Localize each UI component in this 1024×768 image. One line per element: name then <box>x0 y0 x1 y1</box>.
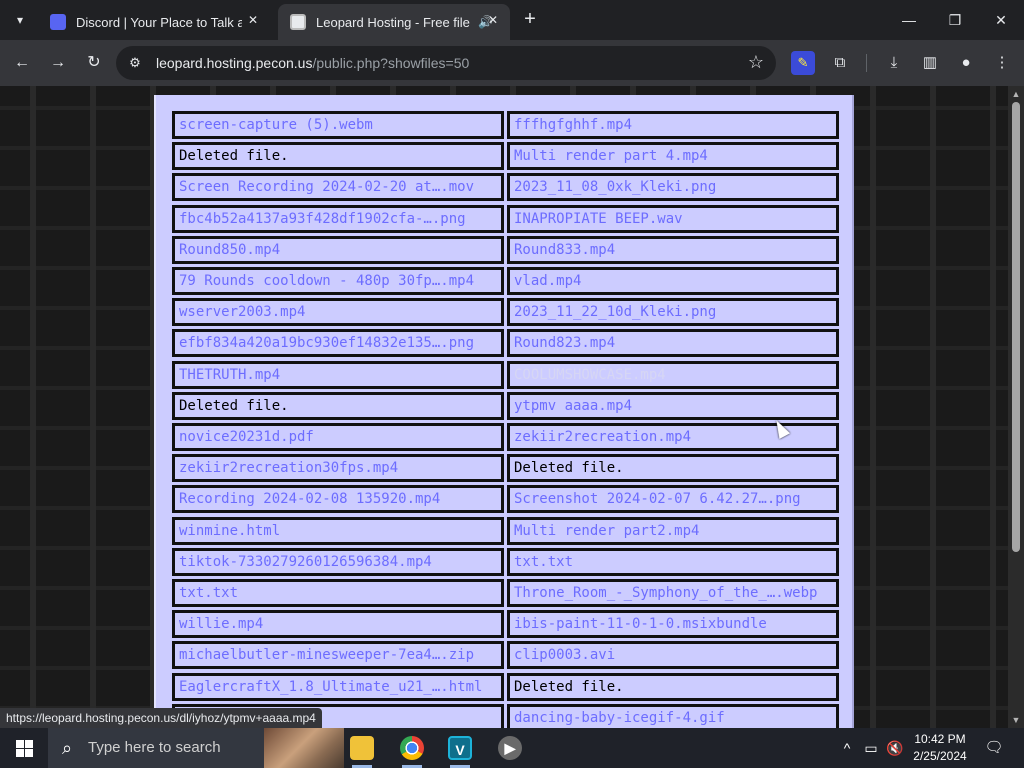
file-link[interactable]: zekiir2recreation.mp4 <box>507 423 839 451</box>
search-highlight-image[interactable] <box>264 728 344 768</box>
file-explorer-button[interactable] <box>338 728 386 768</box>
media-player-button[interactable]: ▶ <box>486 728 534 768</box>
start-button[interactable] <box>0 728 48 768</box>
file-link[interactable]: ibis-paint-11-0-1-0.msixbundle <box>507 610 839 639</box>
file-link[interactable]: Round850.mp4 <box>172 235 504 264</box>
deleted-file-cell: Deleted file. <box>507 454 839 483</box>
new-tab-button[interactable]: + <box>518 8 542 32</box>
deleted-file-cell: Deleted file. <box>172 391 504 420</box>
scrollbar-thumb[interactable] <box>1012 102 1020 552</box>
minimize-button[interactable]: — <box>886 0 932 40</box>
file-link[interactable]: michaelbutler-minesweeper-7ea4….zip <box>172 641 504 670</box>
tab-strip: ▾ Discord | Your Place to Talk and Hang … <box>0 0 1024 40</box>
file-link[interactable]: screen-capture (5).webm <box>172 111 504 139</box>
notification-center-icon[interactable]: 🗨 <box>982 736 1006 760</box>
file-link[interactable]: winmine.html <box>172 516 504 545</box>
file-link[interactable]: tiktok-7330279260126596384.mp4 <box>172 547 504 576</box>
windows-logo-icon <box>16 740 24 748</box>
file-link[interactable]: 79 Rounds cooldown - 480p 30fp….mp4 <box>172 267 504 295</box>
pen-extension-icon[interactable]: ✎ <box>791 51 815 75</box>
chrome-icon <box>400 736 424 760</box>
scroll-up-arrow-icon[interactable]: ▲ <box>1008 86 1024 102</box>
browser-toolbar: ← → ↻ ⚙ leopard.hosting.pecon.us/public.… <box>0 40 1024 86</box>
page-scrollbar[interactable]: ▲ ▼ <box>1008 86 1024 728</box>
tab-discord[interactable]: Discord | Your Place to Talk and Hang Ou… <box>38 4 270 40</box>
file-link[interactable]: Round823.mp4 <box>507 329 839 358</box>
download-icon[interactable]: ⤓ <box>882 51 906 75</box>
clock-time: 10:42 PM <box>914 732 966 746</box>
scroll-down-arrow-icon[interactable]: ▼ <box>1008 712 1024 728</box>
search-placeholder: Type here to search <box>88 739 221 756</box>
file-link[interactable]: vlad.mp4 <box>507 267 839 295</box>
file-link[interactable]: clip0003.avi <box>507 641 839 670</box>
file-link[interactable]: fffhgfghhf.mp4 <box>507 111 839 139</box>
file-link[interactable]: Throne_Room_-_Symphony_of_the_….webp <box>507 579 839 607</box>
reload-button[interactable]: ↻ <box>82 51 106 75</box>
file-link[interactable]: txt.txt <box>172 579 504 607</box>
tab-title: Discord | Your Place to Talk and Hang Ou… <box>76 14 242 30</box>
close-icon[interactable]: ✕ <box>488 13 498 27</box>
bookmark-star-icon[interactable]: ☆ <box>748 52 764 73</box>
file-link[interactable]: 2023_11_08_0xk_Kleki.png <box>507 173 839 202</box>
profile-icon[interactable]: ● <box>954 51 978 75</box>
search-icon: ⌕ <box>62 738 73 758</box>
address-bar[interactable]: ⚙ leopard.hosting.pecon.us/public.php?sh… <box>116 46 776 80</box>
media-player-icon: ▶ <box>498 736 522 760</box>
chrome-button[interactable] <box>388 728 436 768</box>
chevron-down-icon: ▾ <box>16 13 24 27</box>
menu-kebab-icon[interactable]: ⋮ <box>990 51 1014 75</box>
v-app-icon: V <box>448 736 472 760</box>
file-link[interactable]: Multi render part 4.mp4 <box>507 142 839 171</box>
network-icon[interactable]: ▭ <box>860 728 882 768</box>
url-text[interactable]: leopard.hosting.pecon.us/public.php?show… <box>156 55 469 71</box>
file-link[interactable]: willie.mp4 <box>172 610 504 639</box>
deleted-file-cell: Deleted file. <box>507 672 839 701</box>
show-hidden-icons-chevron-icon[interactable]: ^ <box>838 728 856 768</box>
system-clock[interactable]: 10:42 PM 2/25/2024 <box>906 731 974 765</box>
file-explorer-icon <box>350 736 374 760</box>
file-link[interactable]: INAPROPIATE BEEP.wav <box>507 204 839 233</box>
file-link[interactable]: Round833.mp4 <box>507 235 839 264</box>
file-link[interactable]: THETRUTH.mp4 <box>172 360 504 389</box>
forward-button[interactable]: → <box>46 51 70 75</box>
taskbar-search-box[interactable]: ⌕ Type here to search <box>48 728 344 768</box>
file-link[interactable]: ytpmv aaaa.mp4 <box>507 391 839 420</box>
file-link[interactable]: fbc4b52a4137a93f428df1902cfa-….png <box>172 204 504 233</box>
side-panel-icon[interactable]: ▥ <box>918 51 942 75</box>
file-link[interactable]: COOLUMSHOWCASE.mp4 <box>507 360 839 389</box>
file-link[interactable]: Screenshot 2024-02-07 6.42.27….png <box>507 485 839 514</box>
close-window-button[interactable]: ✕ <box>978 0 1024 40</box>
file-link[interactable]: Multi render part2.mp4 <box>507 516 839 545</box>
v-app-button[interactable]: V <box>436 728 484 768</box>
page-viewport: screen-capture (5).webm fffhgfghhf.mp4 Del… <box>0 86 1008 728</box>
windows-taskbar: ⌕ Type here to search V ▶ ^ ▭ 🔇 10:42 PM… <box>0 728 1024 768</box>
toolbar-divider <box>866 54 867 72</box>
file-link[interactable]: txt.txt <box>507 547 839 576</box>
deleted-file-cell: Deleted file. <box>172 142 504 171</box>
site-info-icon[interactable]: ⚙ <box>126 54 144 72</box>
file-link[interactable]: wserver2003.mp4 <box>172 298 504 327</box>
file-link[interactable]: novice20231d.pdf <box>172 423 504 451</box>
back-button[interactable]: ← <box>10 51 34 75</box>
file-link[interactable]: 2023_11_22_10d_Kleki.png <box>507 298 839 327</box>
file-link[interactable]: Recording 2024-02-08 135920.mp4 <box>172 485 504 514</box>
file-link[interactable]: Screen Recording 2024-02-20 at….mov <box>172 173 504 202</box>
leopard-icon <box>290 14 306 30</box>
volume-muted-icon[interactable]: 🔇 <box>884 728 906 768</box>
file-list-panel: screen-capture (5).webm fffhgfghhf.mp4 Del… <box>154 95 854 728</box>
discord-icon <box>50 14 66 30</box>
tab-search-button[interactable]: ▾ <box>8 8 32 32</box>
link-status-bar: https://leopard.hosting.pecon.us/dl/iyho… <box>0 708 322 728</box>
extensions-puzzle-icon[interactable]: ⧉ <box>828 51 852 75</box>
file-link[interactable]: EaglercraftX_1.8_Ultimate_u21_….html <box>172 672 504 701</box>
close-icon[interactable]: ✕ <box>248 13 258 27</box>
clock-date: 2/25/2024 <box>913 749 967 763</box>
tab-title: Leopard Hosting - Free file hosting <box>316 14 474 30</box>
file-link[interactable]: efbf834a420a19bc930ef14832e135….png <box>172 329 504 358</box>
tab-leopard-hosting[interactable]: Leopard Hosting - Free file hosting 🔊 ✕ <box>278 4 510 40</box>
maximize-button[interactable]: ❐ <box>932 0 978 40</box>
file-link[interactable]: dancing-baby-icegif-4.gif <box>507 703 839 728</box>
file-link[interactable]: zekiir2recreation30fps.mp4 <box>172 454 504 483</box>
